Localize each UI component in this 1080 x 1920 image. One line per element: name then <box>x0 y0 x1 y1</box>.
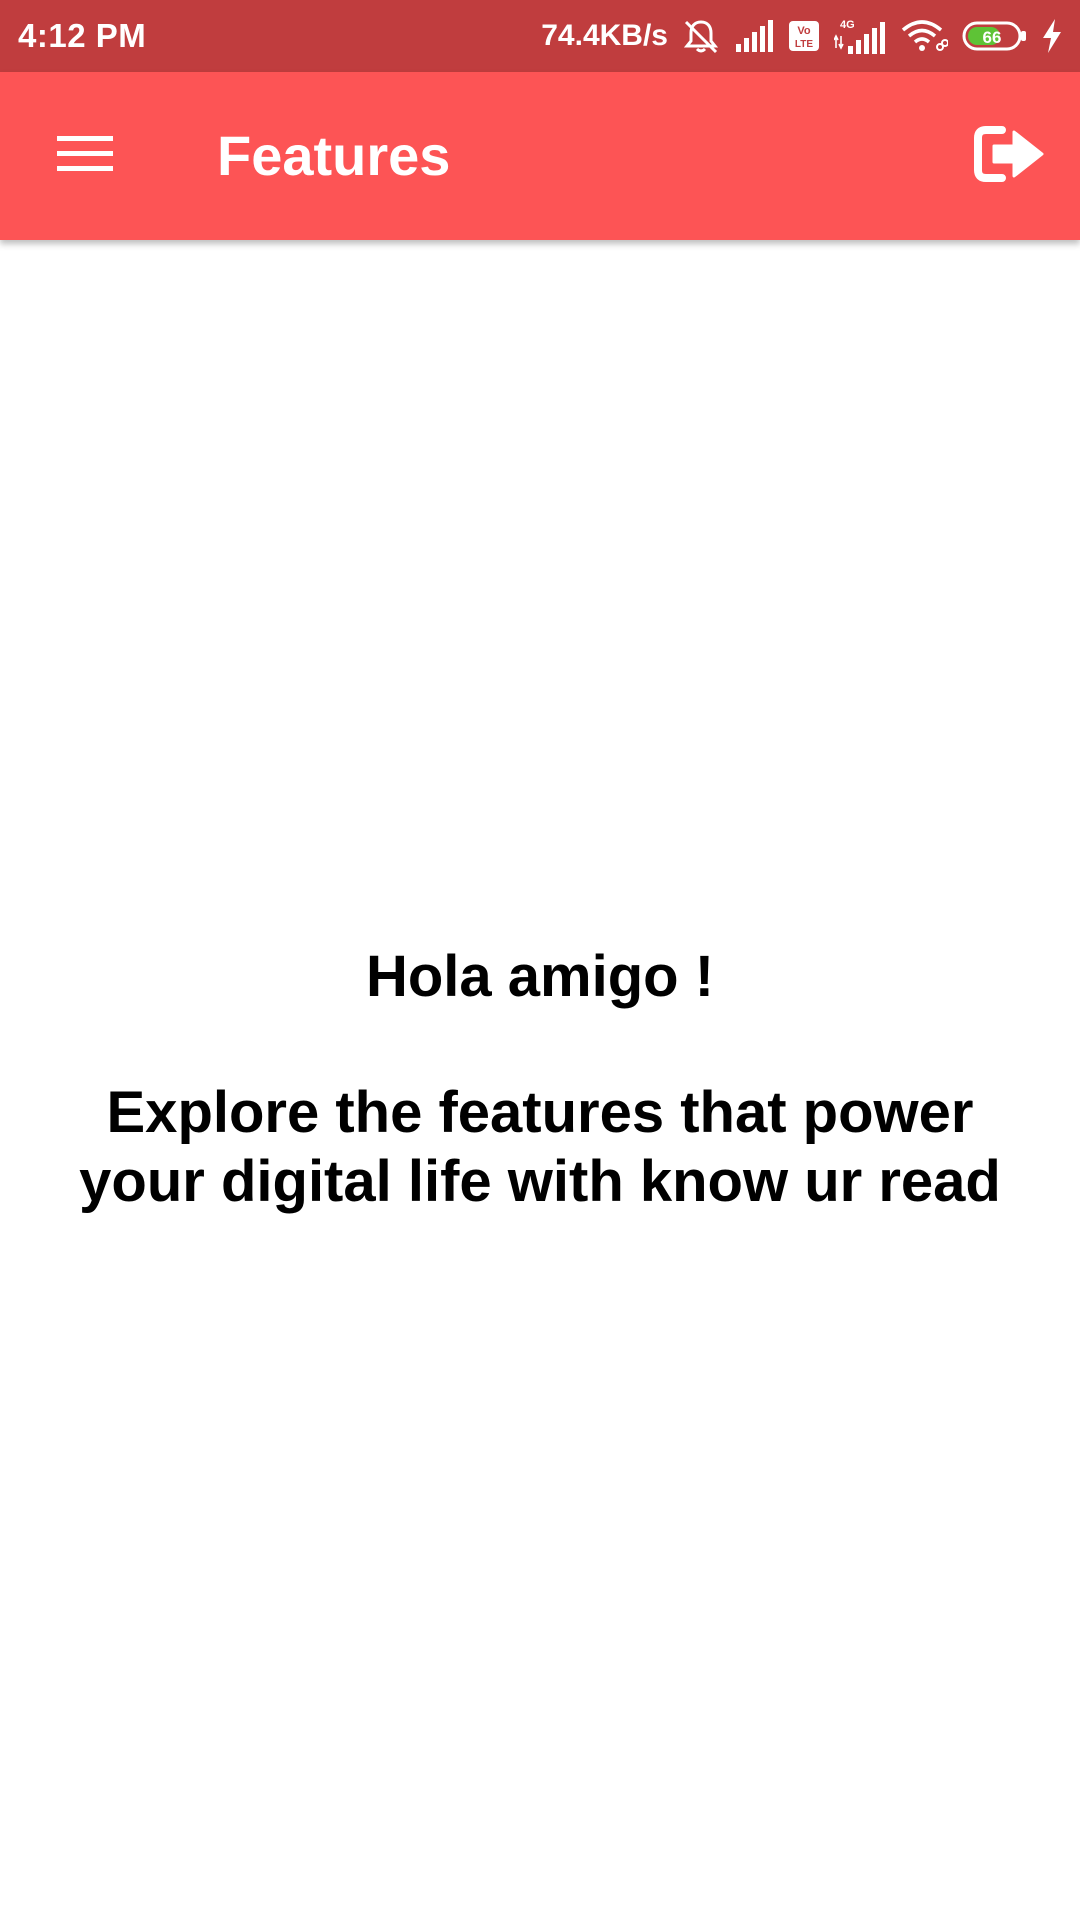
hamburger-menu-icon <box>57 134 113 179</box>
signal-icon <box>734 20 774 52</box>
svg-text:4G: 4G <box>840 19 855 31</box>
svg-text:LTE: LTE <box>795 39 813 50</box>
battery-icon: 66 <box>962 21 1028 51</box>
volte-icon: Vo LTE <box>788 20 820 52</box>
page-title: Features <box>217 124 451 187</box>
menu-button[interactable] <box>38 116 132 196</box>
status-time: 4:12 PM <box>18 17 147 54</box>
main-content: Hola amigo ! Explore the features that p… <box>0 240 1080 1920</box>
svg-text:66: 66 <box>983 28 1002 47</box>
charging-icon <box>1042 19 1062 53</box>
logout-icon <box>972 124 1044 189</box>
logout-button[interactable] <box>964 112 1052 200</box>
app-bar: Features <box>0 72 1080 240</box>
status-icons: 74.4KB/s Vo LTE 4G 66 <box>541 18 1062 54</box>
signal-4g-icon: 4G <box>834 18 886 54</box>
subtitle-text: Explore the features that power your dig… <box>79 1080 1001 1214</box>
network-speed: 74.4KB/s <box>541 19 668 52</box>
bell-off-icon <box>682 18 720 54</box>
wifi-icon <box>900 19 948 53</box>
svg-text:Vo: Vo <box>797 25 811 37</box>
status-bar: 4:12 PM 74.4KB/s Vo LTE 4G 66 <box>0 0 1080 72</box>
greeting-text: Hola amigo ! <box>365 944 715 1009</box>
